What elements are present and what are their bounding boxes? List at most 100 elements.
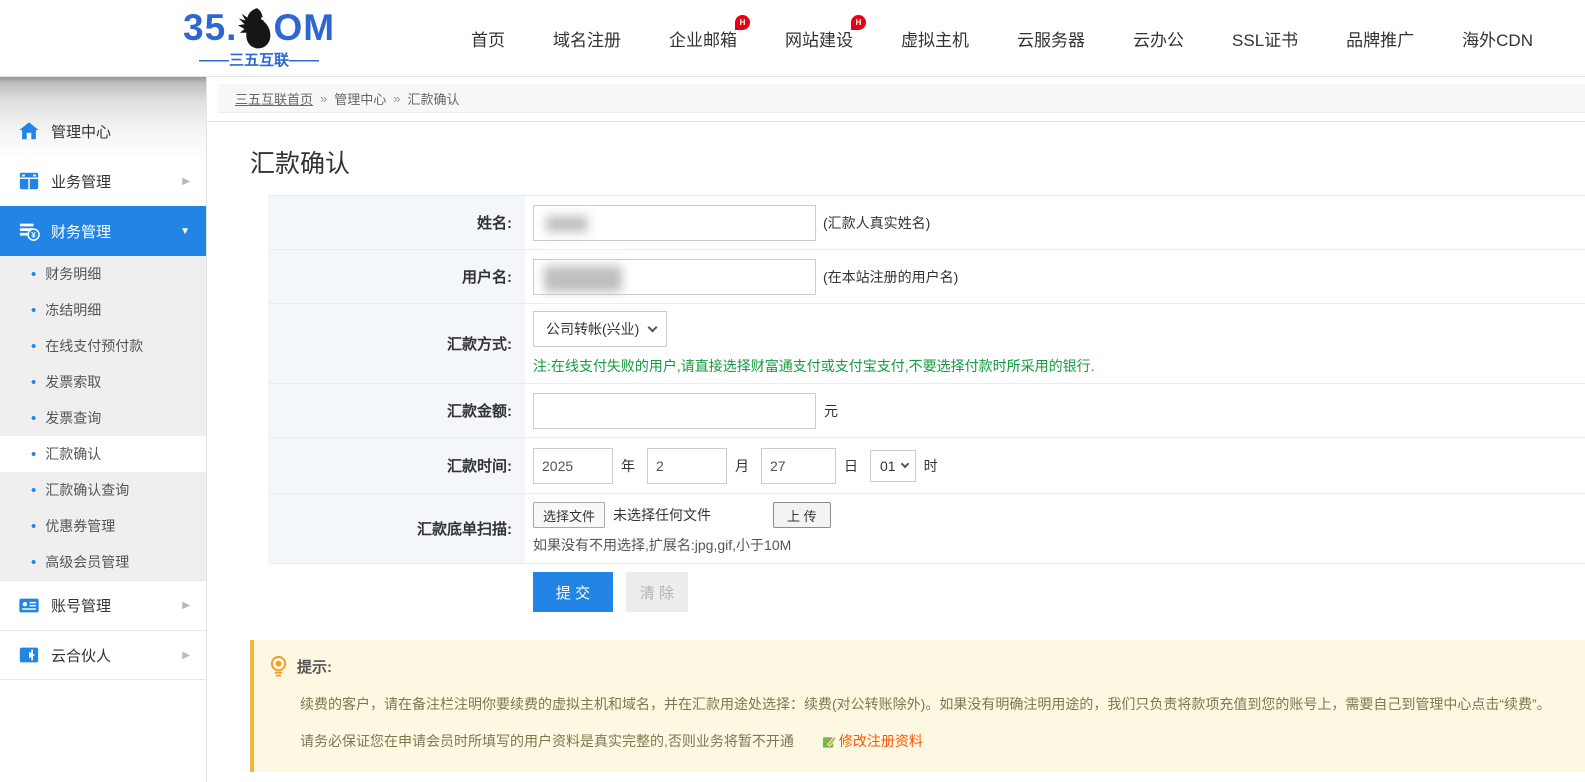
day-unit: 日	[844, 456, 858, 476]
remittance-form: 姓名: (汇款人真实姓名) 用户名: (在本站注册的用户名)	[268, 195, 1585, 564]
bullet-icon: •	[31, 519, 36, 534]
page-title: 汇款确认	[250, 144, 1585, 180]
nav-cloud-office[interactable]: 云办公	[1133, 26, 1184, 51]
submenu-item-finance-detail[interactable]: •财务明细	[0, 256, 206, 292]
hour-unit: 时	[924, 456, 938, 476]
amount-unit: 元	[824, 401, 838, 421]
submenu-item-online-prepay[interactable]: •在线支付预付款	[0, 328, 206, 364]
submenu-item-premium-member[interactable]: •高级会员管理	[0, 544, 206, 580]
nav-brand[interactable]: 品牌推广	[1346, 26, 1414, 51]
payment-method-select[interactable]: 公司转帐(兴业)	[533, 311, 667, 347]
form-row-name: 姓名: (汇款人真实姓名)	[268, 196, 1585, 250]
edit-icon	[822, 734, 837, 749]
home-icon	[18, 120, 40, 142]
modify-registration-link[interactable]: 修改注册资料	[839, 733, 923, 749]
site-header: 35. OM ——三五互联—— 首页 域名注册 企业邮箱H 网站建设H 虚拟主机…	[0, 0, 1585, 77]
bullet-icon: •	[31, 555, 36, 570]
breadcrumb-management-link[interactable]: 管理中心	[334, 89, 386, 108]
amount-label: 汇款金额:	[268, 384, 525, 437]
submenu-item-coupon[interactable]: •优惠券管理	[0, 508, 206, 544]
svg-text:¥: ¥	[31, 231, 36, 240]
year-unit: 年	[621, 456, 635, 476]
logo-text-2: OM	[273, 9, 335, 46]
partner-icon	[18, 644, 40, 666]
submenu-item-frozen-detail[interactable]: •冻结明细	[0, 292, 206, 328]
nav-domain[interactable]: 域名注册	[553, 26, 621, 51]
name-label: 姓名:	[268, 196, 525, 249]
grid-icon	[18, 170, 40, 192]
method-label: 汇款方式:	[268, 304, 525, 383]
amount-input[interactable]	[533, 393, 816, 429]
divider	[207, 121, 1585, 122]
breadcrumb-separator: »	[393, 91, 400, 106]
lightbulb-icon	[269, 655, 288, 678]
upload-button[interactable]: 上 传	[773, 502, 831, 528]
id-card-icon	[18, 595, 40, 617]
main-nav: 首页 域名注册 企业邮箱H 网站建设H 虚拟主机 云服务器 云办公 SSL证书 …	[471, 26, 1533, 51]
method-note: 注:在线支付失败的用户,请直接选择财富通支付或支付宝支付,不要选择付款时所采用的…	[533, 356, 1095, 376]
month-input[interactable]	[647, 448, 727, 484]
bullet-icon: •	[31, 339, 36, 354]
breadcrumb-home-link[interactable]: 三五互联首页	[235, 89, 313, 108]
sidebar-item-business[interactable]: 业务管理 ▶	[0, 156, 206, 206]
month-unit: 月	[735, 456, 749, 476]
form-row-username: 用户名: (在本站注册的用户名)	[268, 250, 1585, 304]
submenu-item-remittance-confirm[interactable]: •汇款确认	[0, 436, 206, 472]
day-input[interactable]	[761, 448, 836, 484]
main-content: 三五互联首页 » 管理中心 » 汇款确认 汇款确认 姓名: (汇款人真实姓名) …	[207, 77, 1585, 782]
finance-submenu: •财务明细 •冻结明细 •在线支付预付款 •发票索取 •发票查询 •汇款确认 •…	[0, 256, 206, 580]
sidebar-item-finance[interactable]: ¥ 财务管理 ▼	[0, 206, 206, 256]
nav-hosting[interactable]: 虚拟主机	[901, 26, 969, 51]
hour-select[interactable]: 01	[870, 450, 916, 482]
breadcrumb-separator: »	[320, 91, 327, 106]
breadcrumb-current: 汇款确认	[408, 89, 460, 108]
nav-website[interactable]: 网站建设H	[785, 26, 853, 51]
sidebar: 管理中心 业务管理 ▶ ¥ 财务管理 ▼ •财务明细	[0, 77, 207, 782]
chevron-right-icon: ▶	[182, 600, 190, 611]
scan-label: 汇款底单扫描:	[268, 494, 525, 563]
hot-badge-icon: H	[735, 15, 750, 30]
nav-cloud-server[interactable]: 云服务器	[1017, 26, 1085, 51]
bullet-icon: •	[31, 411, 36, 426]
tip-box: 提示: 续费的客户，请在备注栏注明你要续费的虚拟主机和域名，并在汇款用途处选择：…	[250, 640, 1585, 772]
form-row-time: 汇款时间: 年 月 日 01 时	[268, 438, 1585, 494]
hedgehog-icon	[236, 7, 274, 51]
bullet-icon: •	[31, 483, 36, 498]
logo[interactable]: 35. OM ——三五互联——	[183, 7, 335, 70]
nav-home[interactable]: 首页	[471, 26, 505, 51]
chevron-right-icon: ▶	[182, 176, 190, 187]
submenu-item-invoice-request[interactable]: •发票索取	[0, 364, 206, 400]
sidebar-item-cloud-partner[interactable]: 云合伙人 ▶	[0, 630, 206, 680]
redacted-username-value	[544, 266, 622, 292]
logo-subtitle: ——三五互联——	[183, 49, 335, 70]
submit-button[interactable]: 提 交	[533, 572, 613, 612]
submenu-item-remittance-confirm-query[interactable]: •汇款确认查询	[0, 472, 206, 508]
form-actions: 提 交 清 除	[533, 572, 1585, 612]
bullet-icon: •	[31, 447, 36, 462]
nav-email[interactable]: 企业邮箱H	[669, 26, 737, 51]
form-row-method: 汇款方式: 公司转帐(兴业) 注:在线支付失败的用户,请直接选择财富通支付或支付…	[268, 304, 1585, 384]
username-label: 用户名:	[268, 250, 525, 303]
nav-overseas-cdn[interactable]: 海外CDN	[1462, 26, 1533, 51]
username-hint: (在本站注册的用户名)	[823, 267, 958, 287]
chevron-down-icon	[648, 322, 658, 332]
finance-icon: ¥	[18, 220, 40, 242]
year-input[interactable]	[533, 448, 613, 484]
file-status: 未选择任何文件	[613, 505, 711, 525]
tip-line-1: 续费的客户，请在备注栏注明你要续费的虚拟主机和域名，并在汇款用途处选择：续费(对…	[300, 694, 1565, 715]
choose-file-button[interactable]: 选择文件	[533, 502, 605, 528]
logo-text-1: 35.	[183, 9, 237, 46]
bullet-icon: •	[31, 375, 36, 390]
chevron-right-icon: ▶	[182, 650, 190, 661]
clear-button[interactable]: 清 除	[626, 572, 688, 612]
bullet-icon: •	[31, 303, 36, 318]
breadcrumb: 三五互联首页 » 管理中心 » 汇款确认	[218, 84, 1585, 113]
nav-ssl[interactable]: SSL证书	[1232, 26, 1298, 51]
sidebar-item-account[interactable]: 账号管理 ▶	[0, 580, 206, 630]
scan-note: 如果没有不用选择,扩展名:jpg,gif,小于10M	[533, 535, 791, 555]
hot-badge-icon: H	[851, 15, 866, 30]
chevron-down-icon: ▼	[180, 226, 190, 237]
sidebar-item-management-center[interactable]: 管理中心	[0, 106, 206, 156]
form-row-amount: 汇款金额: 元	[268, 384, 1585, 438]
submenu-item-invoice-query[interactable]: •发票查询	[0, 400, 206, 436]
